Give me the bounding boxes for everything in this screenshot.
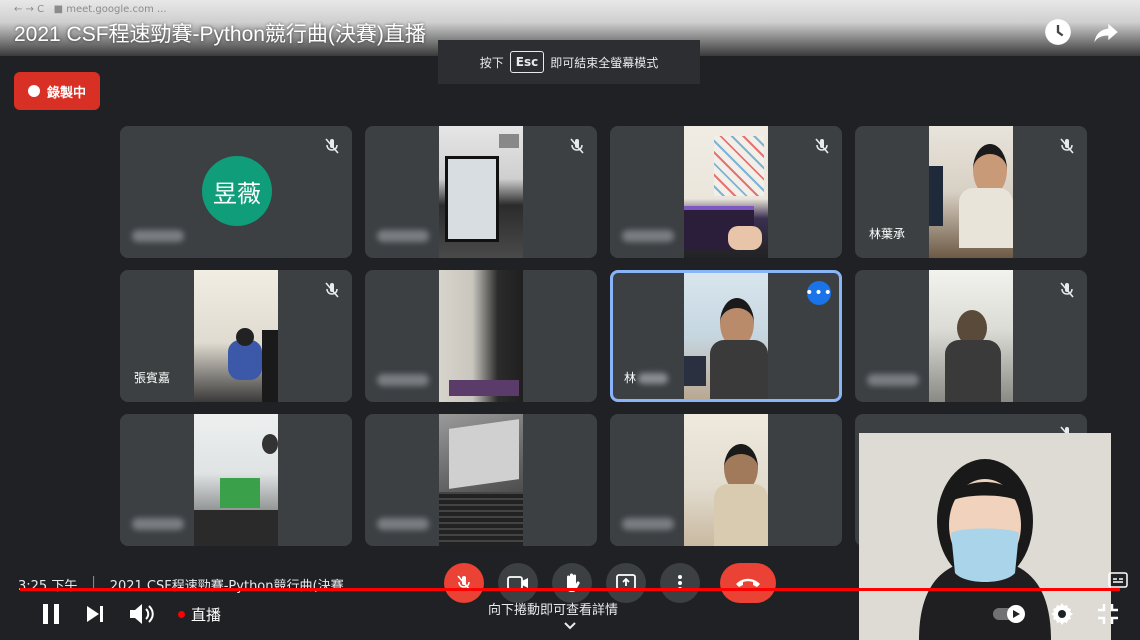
video-title: 2021 CSF程速勁賽-Python競行曲(決賽)直播 xyxy=(14,23,426,46)
autoplay-toggle-icon[interactable] xyxy=(992,604,1028,624)
participant-name-blurred xyxy=(622,230,674,242)
participant-tile[interactable] xyxy=(365,414,597,546)
camera-toggle-button[interactable] xyxy=(498,563,538,603)
settings-gear-icon[interactable] xyxy=(1050,602,1074,626)
participant-tile[interactable]: 昱薇 xyxy=(120,126,352,258)
participant-name: 林葉承 xyxy=(869,227,906,241)
participant-video xyxy=(194,414,278,546)
meeting-title: 2021 CSF程速勁賽-Python競行曲(決賽... xyxy=(109,579,356,594)
avatar: 昱薇 xyxy=(202,156,272,226)
chevron-down-icon[interactable] xyxy=(563,620,577,632)
hint-prefix: 按下 xyxy=(479,55,504,70)
participant-name-blurred xyxy=(377,230,429,242)
player-left-controls: 直播 xyxy=(40,602,221,626)
recording-label: 錄製中 xyxy=(46,85,86,101)
hint-suffix: 即可結束全螢幕模式 xyxy=(550,55,659,70)
next-icon[interactable] xyxy=(84,604,106,624)
playback-progress-bar[interactable] xyxy=(20,588,1120,591)
mic-toggle-button[interactable] xyxy=(444,563,484,603)
live-indicator[interactable]: 直播 xyxy=(178,604,221,625)
raise-hand-button[interactable] xyxy=(552,563,592,603)
more-options-button[interactable] xyxy=(660,563,700,603)
more-options-icon[interactable]: ••• xyxy=(805,281,832,305)
exit-fullscreen-icon[interactable] xyxy=(1096,602,1120,626)
record-dot-icon xyxy=(27,85,40,97)
participant-video xyxy=(439,414,523,546)
mic-off-icon xyxy=(815,138,829,154)
mic-off-icon xyxy=(325,138,339,154)
participant-tile[interactable]: 張賓嘉 xyxy=(120,270,352,402)
participant-name-blurred xyxy=(622,518,674,530)
pause-icon[interactable] xyxy=(40,602,62,626)
participant-video xyxy=(929,126,1013,258)
participant-tile[interactable]: 林葉承 xyxy=(855,126,1087,258)
participant-video xyxy=(684,126,768,258)
participant-video xyxy=(439,270,523,402)
participant-name: 張賓嘉 xyxy=(134,371,171,385)
live-label: 直播 xyxy=(191,605,222,624)
participant-tile[interactable] xyxy=(610,414,842,546)
participant-name: 林 xyxy=(624,369,669,386)
participant-name-blurred xyxy=(377,374,429,386)
meeting-divider: | xyxy=(91,575,96,590)
participant-name-blurred xyxy=(867,374,919,386)
esc-key-label: Esc xyxy=(509,51,545,73)
mic-off-icon xyxy=(570,138,584,154)
live-dot-icon xyxy=(178,610,185,618)
meeting-time: 3:25 下午 xyxy=(18,579,78,594)
browser-chrome-ghost: ← → C ■ meet.google.com ... xyxy=(14,4,167,15)
participant-video xyxy=(929,270,1013,402)
watch-later-icon[interactable] xyxy=(1044,18,1072,46)
participant-name-blurred xyxy=(377,518,429,530)
participant-video xyxy=(439,126,523,258)
participant-name-blurred xyxy=(638,373,669,384)
fullscreen-exit-hint: 按下 Esc 即可結束全螢幕模式 xyxy=(438,40,700,84)
mic-off-icon xyxy=(1060,138,1074,154)
leave-call-button[interactable] xyxy=(720,563,776,603)
meeting-controls xyxy=(444,563,776,603)
participant-video xyxy=(684,414,768,546)
participant-tile[interactable] xyxy=(365,126,597,258)
scroll-hint: 向下捲動即可查看詳情 xyxy=(488,603,619,618)
recording-badge[interactable]: 錄製中 xyxy=(14,72,100,110)
mic-off-icon xyxy=(325,282,339,298)
participant-video xyxy=(194,270,278,402)
mic-off-icon xyxy=(1060,282,1074,298)
participant-tile[interactable] xyxy=(610,126,842,258)
present-screen-button[interactable] xyxy=(606,563,646,603)
participant-name-text: 林 xyxy=(624,371,637,385)
participant-name-blurred xyxy=(132,230,184,242)
share-icon[interactable] xyxy=(1092,18,1120,46)
participant-tile[interactable] xyxy=(120,414,352,546)
participant-name-blurred xyxy=(132,518,184,530)
participant-tile[interactable] xyxy=(855,270,1087,402)
meeting-info: 3:25 下午 | 2021 CSF程速勁賽-Python競行曲(決賽... xyxy=(18,575,356,594)
participant-video xyxy=(684,273,768,399)
player-right-controls xyxy=(992,602,1120,626)
volume-icon[interactable] xyxy=(128,602,156,626)
participant-tile[interactable] xyxy=(365,270,597,402)
participant-tile-active-speaker[interactable]: ••• 林 xyxy=(610,270,842,402)
captions-icon[interactable] xyxy=(1108,572,1128,588)
